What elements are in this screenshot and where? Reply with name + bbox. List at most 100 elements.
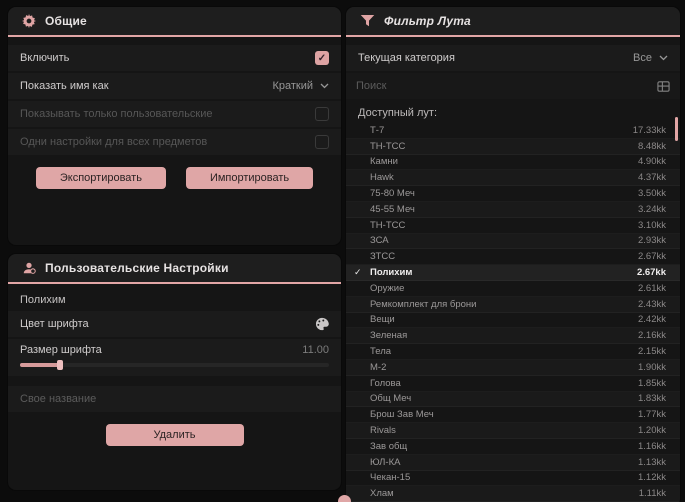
loot-item-name: ЮЛ-КА — [370, 456, 401, 468]
loot-item-name: Зав общ — [370, 440, 408, 452]
same-settings-checkbox[interactable] — [315, 135, 329, 149]
slider-handle[interactable] — [57, 360, 64, 370]
loot-list-item[interactable]: Зав общ 1.16kk — [346, 439, 680, 455]
loot-item-count: 2.15kk — [638, 346, 666, 358]
same-settings-label: Одни настройки для всех предметов — [20, 136, 208, 148]
enable-label: Включить — [20, 52, 70, 64]
loot-item-name: ЗСА — [370, 235, 389, 247]
user-settings-icon — [22, 261, 36, 275]
loot-list-item[interactable]: Камни 4.90kk — [346, 155, 680, 171]
export-button[interactable]: Экспортировать — [35, 167, 166, 189]
loot-item-count: 17.33kk — [632, 124, 666, 136]
only-custom-row: Показывать только пользовательские — [8, 101, 341, 127]
enable-checkbox[interactable]: ✓ — [315, 51, 329, 65]
font-size-value: 11.00 — [302, 344, 329, 356]
loot-list-item[interactable]: Оружие 2.61kk — [346, 281, 680, 297]
loot-list-item[interactable]: Общ Меч 1.83kk — [346, 392, 680, 408]
custom-name-input[interactable] — [20, 393, 329, 405]
loot-item-count: 2.42kk — [638, 314, 666, 326]
loot-list: Т-7 17.33kk ТН-ТСС 8.48kk Камни 4.90kk Hawk 4.3… — [346, 123, 680, 502]
accent-divider — [8, 282, 341, 284]
only-custom-checkbox[interactable] — [315, 107, 329, 121]
loot-list-item[interactable]: ✓ Полихим 2.67kk — [346, 265, 680, 281]
accent-divider — [346, 35, 680, 37]
loot-item-count: 2.43kk — [638, 298, 666, 310]
loot-filter-panel: Фильтр Лута Текущая категория Все Доступ… — [346, 7, 680, 502]
loot-list-item[interactable]: Rivals 1.20kk — [346, 423, 680, 439]
loot-list-item[interactable]: Тела 2.15kk — [346, 344, 680, 360]
loot-list-item[interactable]: ЗСА 2.93kk — [346, 234, 680, 250]
loot-list-item[interactable]: Т-7 17.33kk — [346, 123, 680, 139]
check-icon: ✓ — [354, 267, 362, 278]
search-input[interactable] — [356, 80, 649, 92]
custom-panel-header: Пользовательские Настройки — [8, 254, 341, 282]
category-value: Все — [633, 52, 652, 64]
loot-item-name: Hawk — [370, 172, 394, 184]
loot-item-count: 2.61kk — [638, 282, 666, 294]
loot-item-count: 2.67kk — [636, 267, 666, 279]
loot-item-count: 3.50kk — [638, 188, 666, 200]
loot-item-count: 1.90kk — [638, 361, 666, 373]
custom-panel-title: Пользовательские Настройки — [45, 261, 229, 275]
loot-list-item[interactable]: 75-80 Меч 3.50kk — [346, 186, 680, 202]
general-panel: Общие Включить ✓ Показать имя как Кратки… — [8, 7, 341, 245]
loot-list-item[interactable]: ТН-ТСС 8.48kk — [346, 139, 680, 155]
loot-item-name: Хлам — [370, 488, 394, 500]
loot-item-name: ТН-ТСС — [370, 140, 406, 152]
loot-item-count: 1.12kk — [638, 472, 666, 484]
loot-item-name: М-2 — [370, 361, 387, 373]
gear-icon — [22, 14, 36, 28]
loot-item-name: Зеленая — [370, 330, 408, 342]
loot-item-name: Т-7 — [370, 124, 385, 136]
filter-panel-title: Фильтр Лута — [384, 14, 471, 28]
custom-settings-panel: Пользовательские Настройки Полихим Цвет … — [8, 254, 341, 490]
loot-item-count: 2.67kk — [638, 251, 666, 263]
loot-list-item[interactable]: Брош Зав Меч 1.77kk — [346, 407, 680, 423]
loot-list-item[interactable]: ТН-ТСС 3.10kk — [346, 218, 680, 234]
font-size-slider[interactable] — [20, 360, 329, 370]
font-color-label: Цвет шрифта — [20, 318, 89, 330]
loot-item-count: 4.90kk — [638, 156, 666, 168]
font-color-row[interactable]: Цвет шрифта — [8, 311, 341, 337]
import-button[interactable]: Импортировать — [185, 167, 314, 189]
loot-item-name: Полихим — [370, 267, 413, 279]
table-options-icon[interactable] — [657, 80, 670, 93]
loot-item-count: 1.13kk — [638, 456, 666, 468]
same-settings-row: Одни настройки для всех предметов — [8, 129, 341, 155]
show-name-dropdown[interactable]: Краткий — [272, 80, 329, 92]
general-panel-title: Общие — [45, 14, 87, 28]
loot-list-item[interactable]: Hawk 4.37kk — [346, 170, 680, 186]
loot-list-item[interactable]: 45-55 Меч 3.24kk — [346, 202, 680, 218]
loot-list-item[interactable]: Чекан-15 1.12kk — [346, 471, 680, 487]
loot-item-count: 1.77kk — [638, 409, 666, 421]
accent-divider — [8, 35, 341, 37]
scroll-indicator-button[interactable] — [338, 495, 351, 502]
enable-row: Включить ✓ — [8, 45, 341, 71]
loot-list-item[interactable]: ЮЛ-КА 1.13kk — [346, 455, 680, 471]
delete-button[interactable]: Удалить — [105, 424, 244, 446]
search-row — [346, 73, 680, 99]
loot-item-name: Ремкомплект для брони — [370, 298, 477, 310]
color-palette-icon[interactable] — [315, 317, 329, 331]
filter-panel-header: Фильтр Лута — [346, 7, 680, 35]
loot-list-item[interactable]: Зеленая 2.16kk — [346, 328, 680, 344]
loot-item-name: Rivals — [370, 425, 396, 437]
loot-list-item[interactable]: Голова 1.85kk — [346, 376, 680, 392]
loot-list-item[interactable]: Вещи 2.42kk — [346, 313, 680, 329]
scrollbar-thumb[interactable] — [675, 117, 678, 141]
loot-list-item[interactable]: ЗТСС 2.67kk — [346, 249, 680, 265]
loot-item-name: Общ Меч — [370, 393, 412, 405]
loot-item-count: 2.16kk — [638, 330, 666, 342]
loot-item-name: Голова — [370, 377, 401, 389]
mod-settings-screen: Общие Включить ✓ Показать имя как Кратки… — [0, 0, 685, 502]
loot-item-name: ЗТСС — [370, 251, 396, 263]
loot-item-name: 75-80 Меч — [370, 188, 415, 200]
loot-list-item[interactable]: Хлам 1.11kk — [346, 486, 680, 502]
category-dropdown[interactable]: Все — [633, 52, 668, 64]
loot-list-item[interactable]: М-2 1.90kk — [346, 360, 680, 376]
general-panel-header: Общие — [8, 7, 341, 35]
loot-item-name: Брош Зав Меч — [370, 409, 434, 421]
chevron-down-icon — [659, 55, 668, 61]
loot-list-item[interactable]: Ремкомплект для брони 2.43kk — [346, 297, 680, 313]
loot-item-count: 1.83kk — [638, 393, 666, 405]
